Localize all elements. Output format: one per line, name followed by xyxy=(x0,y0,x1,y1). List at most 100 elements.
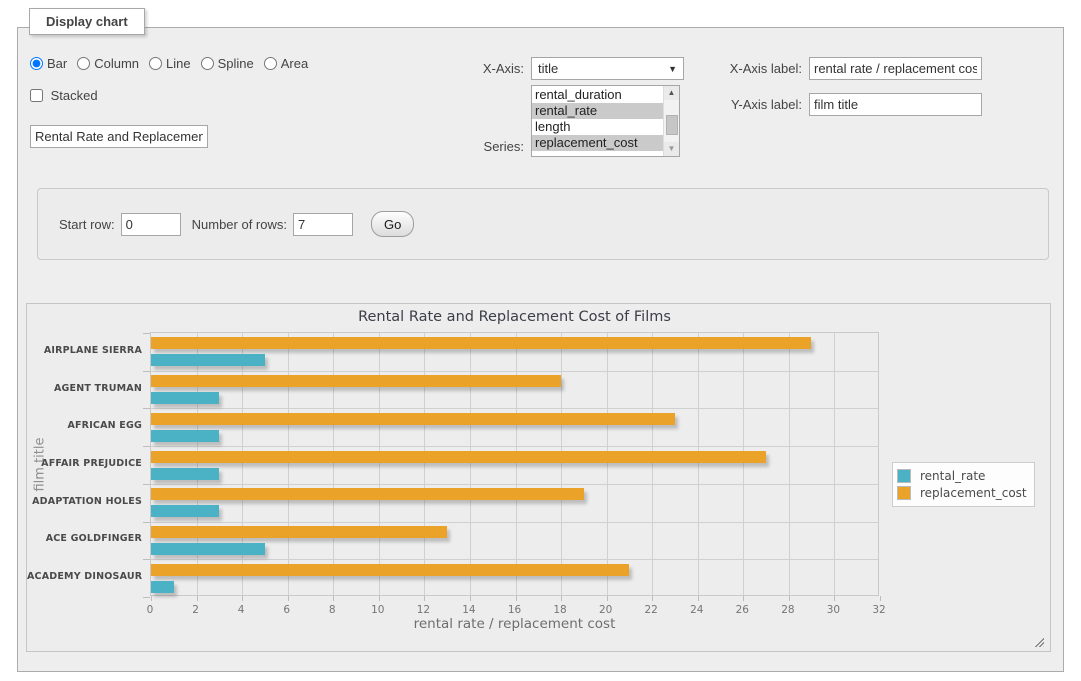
grid-line-vertical xyxy=(789,333,790,595)
chart-type-radio-area[interactable] xyxy=(264,57,277,70)
x-axis-label-caption: X-Axis label: xyxy=(715,61,802,76)
row-range-panel: Start row: Number of rows: Go xyxy=(37,188,1049,260)
legend-label: replacement_cost xyxy=(920,486,1027,500)
grid-line-vertical xyxy=(516,333,517,595)
x-axis-tick-mark xyxy=(470,596,471,601)
x-tick-label: 0 xyxy=(133,604,167,616)
x-axis-tick-mark xyxy=(424,596,425,601)
grid-line-vertical xyxy=(561,333,562,595)
bar-rental_rate xyxy=(151,505,219,517)
x-tick-label: 30 xyxy=(816,604,850,616)
y-axis-tick-mark xyxy=(143,371,150,372)
category-label: ACE GOLDFINGER xyxy=(27,533,142,544)
x-axis-tick-mark xyxy=(789,596,790,601)
page: Display chart BarColumnLineSplineArea St… xyxy=(0,0,1081,681)
x-axis-caption: X-Axis: xyxy=(448,61,524,76)
series-option-length[interactable]: length xyxy=(532,119,663,135)
x-tick-label: 22 xyxy=(634,604,668,616)
bar-rental_rate xyxy=(151,392,219,404)
y-axis-tick-mark xyxy=(143,597,150,598)
bar-replacement_cost xyxy=(151,413,675,425)
x-axis-tick-mark xyxy=(379,596,380,601)
category-label: AIRPLANE SIERRA xyxy=(27,345,142,356)
y-axis-label-row: Y-Axis label: xyxy=(715,93,982,116)
display-chart-panel: Display chart BarColumnLineSplineArea St… xyxy=(17,27,1064,672)
bar-rental_rate xyxy=(151,468,219,480)
chart-type-radio-spline[interactable] xyxy=(201,57,214,70)
chart-type-radio-line[interactable] xyxy=(149,57,162,70)
series-option-rental_rate[interactable]: rental_rate xyxy=(532,103,663,119)
chart-type-option-column: Column xyxy=(77,56,139,71)
x-axis-tick-mark xyxy=(333,596,334,601)
chart-title-input[interactable] xyxy=(30,125,208,148)
chart-type-label: Area xyxy=(281,56,308,71)
y-axis-tick-mark xyxy=(143,408,150,409)
bar-replacement_cost xyxy=(151,488,584,500)
start-row-input[interactable] xyxy=(121,213,181,236)
bar-replacement_cost xyxy=(151,451,766,463)
x-axis-label-input[interactable] xyxy=(809,57,982,80)
start-row-caption: Start row: xyxy=(59,217,115,232)
category-label: AFRICAN EGG xyxy=(27,420,142,431)
bar-rental_rate xyxy=(151,581,174,593)
x-tick-label: 16 xyxy=(498,604,532,616)
y-axis-tick-mark xyxy=(143,522,150,523)
grid-line-horizontal xyxy=(151,559,878,560)
bar-replacement_cost xyxy=(151,526,447,538)
x-tick-label: 26 xyxy=(725,604,759,616)
legend-swatch xyxy=(897,469,911,483)
series-row: Series: rental_durationrental_ratelength… xyxy=(448,85,680,157)
bar-rental_rate xyxy=(151,430,219,442)
y-axis-tick-mark xyxy=(143,559,150,560)
grid-line-vertical xyxy=(242,333,243,595)
stacked-label: Stacked xyxy=(30,88,98,103)
x-axis-row: X-Axis: title ▼ xyxy=(448,57,684,80)
series-listbox[interactable]: rental_durationrental_ratelengthreplacem… xyxy=(531,85,680,157)
x-tick-label: 28 xyxy=(771,604,805,616)
y-axis-tick-mark xyxy=(143,484,150,485)
legend-box: rental_rate replacement_cost xyxy=(892,462,1035,507)
x-tick-label: 4 xyxy=(224,604,258,616)
legend-swatch xyxy=(897,486,911,500)
chart-type-option-line: Line xyxy=(149,56,191,71)
go-button[interactable]: Go xyxy=(371,211,414,237)
y-axis-label-caption: Y-Axis label: xyxy=(715,97,802,112)
series-option-rental_duration[interactable]: rental_duration xyxy=(532,87,663,103)
x-tick-label: 20 xyxy=(589,604,623,616)
category-label: ACADEMY DINOSAUR xyxy=(27,571,142,582)
grid-line-horizontal xyxy=(151,408,878,409)
y-axis-label-input[interactable] xyxy=(809,93,982,116)
series-scrollbar[interactable]: ▲ ▼ xyxy=(663,86,679,156)
panel-title: Display chart xyxy=(29,8,145,35)
grid-line-horizontal xyxy=(151,371,878,372)
scrollbar-up-icon[interactable]: ▲ xyxy=(664,86,679,100)
select-arrow-icon: ▼ xyxy=(668,64,677,74)
chart-type-label: Bar xyxy=(47,56,67,71)
x-axis-selected-value: title xyxy=(538,61,558,76)
series-caption: Series: xyxy=(448,139,524,154)
chart-type-radios: BarColumnLineSplineArea xyxy=(30,56,318,71)
chart-type-label: Line xyxy=(166,56,191,71)
grid-line-vertical xyxy=(424,333,425,595)
x-axis-tick-mark xyxy=(834,596,835,601)
scrollbar-thumb[interactable] xyxy=(666,115,678,135)
chart-type-radio-bar[interactable] xyxy=(30,57,43,70)
grid-line-vertical xyxy=(197,333,198,595)
plot-grid xyxy=(150,332,879,596)
scrollbar-down-icon[interactable]: ▼ xyxy=(664,142,679,156)
num-rows-input[interactable] xyxy=(293,213,353,236)
stacked-checkbox[interactable] xyxy=(30,89,43,102)
x-axis-select[interactable]: title ▼ xyxy=(531,57,684,80)
chart-resize-handle[interactable] xyxy=(1033,636,1044,647)
grid-line-vertical xyxy=(652,333,653,595)
chart-type-radio-column[interactable] xyxy=(77,57,90,70)
stacked-row: Stacked xyxy=(30,88,98,103)
legend-row: rental_rate xyxy=(897,469,1027,483)
x-axis-tick-mark xyxy=(242,596,243,601)
x-axis-tick-mark xyxy=(561,596,562,601)
x-axis-tick-mark xyxy=(288,596,289,601)
bar-replacement_cost xyxy=(151,337,811,349)
x-tick-label: 18 xyxy=(543,604,577,616)
grid-line-horizontal xyxy=(151,484,878,485)
series-option-replacement_cost[interactable]: replacement_cost xyxy=(532,135,663,151)
